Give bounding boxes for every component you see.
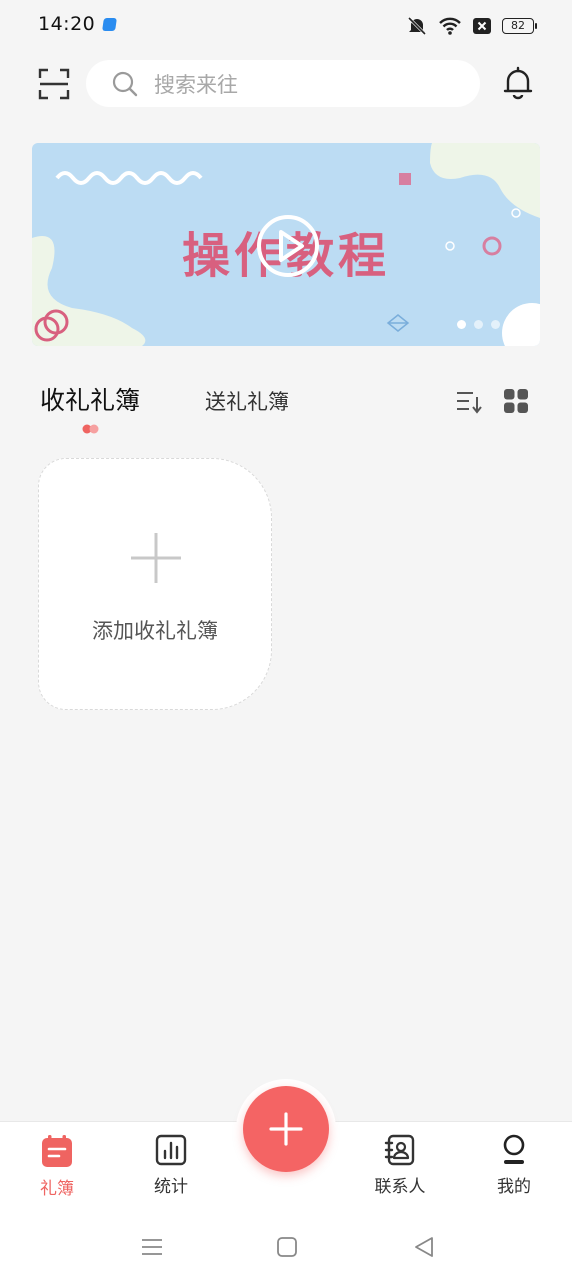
stats-icon: [155, 1134, 187, 1166]
add-card-label: 添加收礼礼簿: [92, 619, 218, 643]
status-bar: 14:20 82: [0, 0, 572, 52]
carousel-dot: [508, 320, 517, 329]
search-bar[interactable]: 搜索来往: [86, 60, 480, 107]
tab-received-gift-book[interactable]: 收礼礼簿: [40, 381, 140, 417]
nav-contacts-label: 联系人: [374, 1177, 426, 1197]
status-icons: 82: [406, 14, 537, 38]
search-placeholder: 搜索来往: [154, 72, 238, 97]
nav-contacts[interactable]: 联系人: [360, 1134, 440, 1197]
contacts-icon: [384, 1134, 415, 1166]
add-received-gift-book-card[interactable]: 添加收礼礼簿: [38, 458, 272, 710]
scan-icon[interactable]: [38, 68, 70, 100]
carousel-dot: [491, 320, 500, 329]
app-notification-icon: [102, 18, 117, 31]
no-sim-icon: [473, 18, 491, 34]
nav-gift-book-label: 礼簿: [40, 1179, 74, 1199]
back-icon[interactable]: [410, 1233, 438, 1261]
carousel-indicator: [457, 320, 517, 329]
menu-icon[interactable]: [138, 1233, 166, 1261]
active-tab-indicator: [82, 424, 99, 434]
tab-sent-gift-book[interactable]: 送礼礼簿: [205, 386, 289, 416]
status-time: 14:20: [38, 13, 96, 35]
battery-indicator: 82: [502, 18, 537, 34]
profile-icon: [503, 1134, 525, 1164]
nav-profile[interactable]: 我的: [474, 1134, 554, 1197]
muted-bell-icon: [407, 16, 427, 36]
sort-icon[interactable]: [455, 389, 483, 415]
system-navigation-bar: [0, 1225, 572, 1280]
carousel-dot: [457, 320, 466, 329]
play-icon[interactable]: [256, 214, 320, 278]
wifi-icon: [439, 17, 461, 35]
add-record-button[interactable]: [243, 1086, 329, 1172]
grid-view-icon[interactable]: [503, 388, 529, 414]
home-icon[interactable]: [273, 1233, 301, 1261]
nav-statistics[interactable]: 统计: [131, 1134, 211, 1197]
search-icon: [112, 71, 138, 96]
plus-icon: [131, 533, 181, 583]
gift-book-icon: [42, 1135, 72, 1167]
nav-statistics-label: 统计: [154, 1177, 188, 1197]
plus-icon: [269, 1112, 303, 1146]
nav-profile-label: 我的: [497, 1177, 531, 1197]
nav-gift-book[interactable]: 礼簿: [17, 1134, 97, 1199]
carousel-dot: [474, 320, 483, 329]
bell-icon[interactable]: [502, 66, 534, 100]
